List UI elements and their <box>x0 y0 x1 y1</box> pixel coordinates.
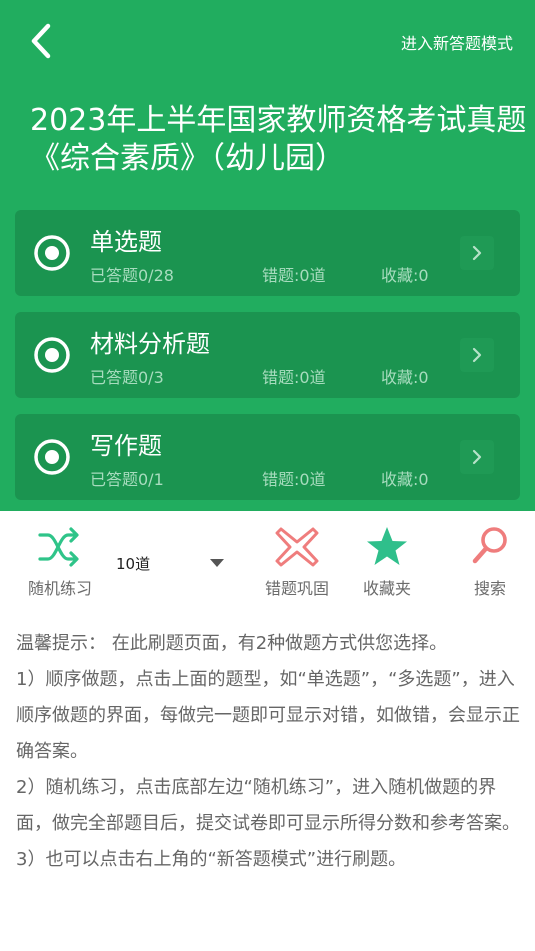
shuffle-icon <box>38 527 79 567</box>
target-icon <box>34 439 70 475</box>
section-name: 材料分析题 <box>90 330 210 358</box>
chevron-right-button[interactable] <box>460 440 494 474</box>
wrong-review-label: 错题巩固 <box>264 579 329 598</box>
star-icon <box>367 527 407 565</box>
back-arrow-icon <box>31 23 51 59</box>
target-icon <box>34 337 70 373</box>
favorite-count: 收藏:0 <box>381 470 429 489</box>
chevron-right-icon <box>472 449 482 465</box>
section-name: 写作题 <box>90 432 162 460</box>
random-practice-label: 随机练习 <box>27 579 92 598</box>
tips-item-3: 3）也可以点击右上角的“新答题模式”进行刷题。 <box>16 849 407 870</box>
question-count-select[interactable]: 10道 <box>116 553 228 575</box>
page-title: 2023年上半年国家教师资格考试真题《综合素质》（幼儿园） <box>30 103 527 176</box>
tips-item-1: 1）顺序做题，点击上面的题型，如“单选题”，“多选题”，进入顺序做题的界面，每做… <box>16 669 520 762</box>
favorite-count: 收藏:0 <box>381 266 429 285</box>
section-card-single-choice[interactable]: 单选题 已答题0/28 错题:0道 收藏:0 <box>15 210 520 296</box>
tips-item-2: 2）随机练习，点击底部左边“随机练习”，进入随机做题的界面，做完全部题目后，提交… <box>16 777 520 834</box>
back-button[interactable] <box>24 18 64 64</box>
tips-intro: 温馨提示： 在此刷题页面，有2种做题方式供您选择。 <box>16 633 448 654</box>
chevron-right-icon <box>472 347 482 363</box>
wrong-review-button[interactable]: 错题巩固 <box>247 525 347 599</box>
header: 进入新答题模式 2023年上半年国家教师资格考试真题《综合素质》（幼儿园） 单选… <box>0 0 535 511</box>
search-icon <box>472 527 507 564</box>
answered-count: 已答题0/1 <box>90 470 164 489</box>
tips-section: 温馨提示： 在此刷题页面，有2种做题方式供您选择。 1）顺序做题，点击上面的题型… <box>16 626 521 878</box>
cross-icon <box>275 527 319 567</box>
search-label: 搜索 <box>473 579 506 598</box>
favorites-button[interactable]: 收藏夹 <box>337 525 437 599</box>
wrong-count: 错题:0道 <box>262 470 326 489</box>
chevron-right-button[interactable] <box>460 236 494 270</box>
random-practice-button[interactable]: 随机练习 <box>10 525 110 599</box>
wrong-count: 错题:0道 <box>262 266 326 285</box>
favorites-label: 收藏夹 <box>362 579 411 598</box>
chevron-right-icon <box>472 245 482 261</box>
chevron-right-button[interactable] <box>460 338 494 372</box>
favorite-count: 收藏:0 <box>381 368 429 387</box>
wrong-count: 错题:0道 <box>262 368 326 387</box>
answered-count: 已答题0/28 <box>90 266 174 285</box>
answered-count: 已答题0/3 <box>90 368 164 387</box>
dropdown-arrow-icon <box>210 559 224 567</box>
search-button[interactable]: 搜索 <box>440 525 535 599</box>
new-answer-mode-button[interactable]: 进入新答题模式 <box>401 30 513 54</box>
section-card-material-analysis[interactable]: 材料分析题 已答题0/3 错题:0道 收藏:0 <box>15 312 520 398</box>
section-name: 单选题 <box>90 228 162 256</box>
question-count-value: 10道 <box>116 555 151 573</box>
bottom-toolbar: 随机练习 10道 错题巩固 收藏夹 搜索 <box>0 511 535 611</box>
target-icon <box>34 235 70 271</box>
section-card-writing[interactable]: 写作题 已答题0/1 错题:0道 收藏:0 <box>15 414 520 500</box>
